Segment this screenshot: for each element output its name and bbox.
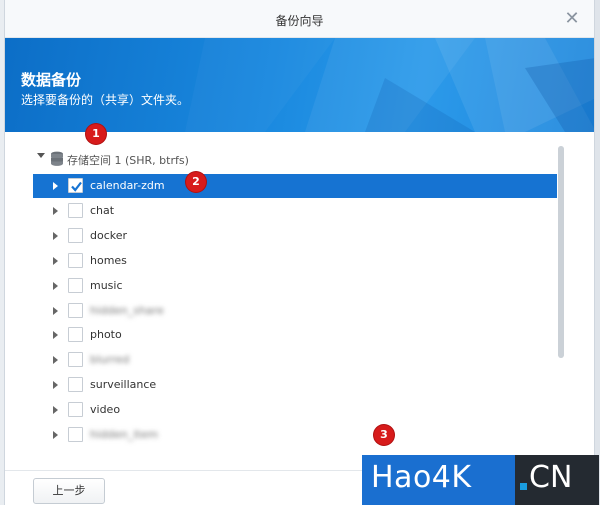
tree-folder-row[interactable]: photo <box>33 323 557 347</box>
folder-checkbox[interactable] <box>68 427 83 442</box>
tree-folder-row[interactable]: music <box>33 274 557 298</box>
banner-subtitle: 选择要备份的（共享）文件夹。 <box>21 93 190 107</box>
tree-folder-row[interactable]: hidden_share <box>33 299 557 323</box>
annotation-badge-3: 3 <box>374 425 394 445</box>
folder-checkbox[interactable] <box>68 352 83 368</box>
watermark-dot <box>520 483 527 490</box>
backup-wizard-dialog: 备份向导 ✕ 数据备份 选择要备份的（共享）文件夹。 存储空间 1 (SHR, … <box>4 0 595 505</box>
watermark-right-text: CN <box>529 460 573 495</box>
shared-folder-tree: 存储空间 1 (SHR, btrfs) calendar-zdm chat dock… <box>27 146 557 456</box>
folder-checkbox[interactable] <box>68 277 83 293</box>
folder-name: homes <box>90 253 127 267</box>
folder-name: hidden_item <box>90 428 159 441</box>
expand-arrow-icon[interactable] <box>53 381 58 390</box>
expand-arrow-icon[interactable] <box>53 281 58 290</box>
folder-checkbox[interactable] <box>68 227 83 243</box>
tree-folder-row[interactable]: video <box>33 398 557 422</box>
database-icon <box>51 151 63 166</box>
watermark-left: Hao4K <box>362 455 515 505</box>
folder-name: chat <box>90 203 115 217</box>
folder-name: docker <box>90 228 128 242</box>
folder-name: surveillance <box>90 378 157 392</box>
folder-checkbox[interactable] <box>68 302 83 318</box>
expand-arrow-icon[interactable] <box>53 331 58 340</box>
expand-arrow-icon[interactable] <box>53 356 58 365</box>
watermark-logo: Hao4K CN <box>362 455 599 505</box>
folder-name: blurred <box>90 353 130 367</box>
tree-folder-row[interactable]: surveillance <box>33 373 557 397</box>
tree-folder-row[interactable]: homes <box>33 249 557 273</box>
watermark-left-text: Hao4K <box>371 460 472 495</box>
dialog-titlebar[interactable]: 备份向导 ✕ <box>5 0 594 38</box>
tree-folder-row[interactable]: blurred <box>33 348 557 372</box>
checkmark-icon <box>71 181 82 192</box>
folder-name: video <box>90 403 121 417</box>
folder-checkbox[interactable] <box>68 377 83 393</box>
dialog-title: 备份向导 <box>275 14 324 28</box>
tree-folder-row[interactable]: chat <box>33 199 557 223</box>
expand-arrow-icon[interactable] <box>53 206 58 215</box>
annotation-badge-1: 1 <box>86 124 106 144</box>
collapse-arrow-icon[interactable] <box>37 153 45 158</box>
folder-name: music <box>90 278 123 292</box>
tree-folder-row[interactable]: hidden_item <box>33 423 557 447</box>
expand-arrow-icon[interactable] <box>53 431 58 439</box>
banner-decoration <box>305 38 594 132</box>
tree-root-volume[interactable]: 存储空间 1 (SHR, btrfs) <box>27 148 547 170</box>
folder-name: photo <box>90 328 122 342</box>
scrollbar-thumb[interactable] <box>558 146 564 358</box>
expand-arrow-icon[interactable] <box>53 406 58 415</box>
folder-checkbox[interactable] <box>68 178 83 193</box>
close-icon[interactable]: ✕ <box>562 9 582 29</box>
tree-scrollbar[interactable] <box>558 146 564 358</box>
expand-arrow-icon[interactable] <box>53 231 58 240</box>
wizard-banner: 数据备份 选择要备份的（共享）文件夹。 <box>5 38 594 132</box>
expand-arrow-icon[interactable] <box>53 306 58 315</box>
folder-checkbox[interactable] <box>68 402 83 418</box>
volume-label: 存储空间 1 (SHR, btrfs) <box>67 154 189 167</box>
previous-button[interactable]: 上一步 <box>33 478 105 504</box>
tree-folder-row[interactable]: docker <box>33 224 557 248</box>
tree-folder-row[interactable]: calendar-zdm <box>33 174 557 198</box>
watermark-right: CN <box>515 455 599 505</box>
folder-checkbox[interactable] <box>68 327 83 343</box>
annotation-badge-2: 2 <box>186 172 206 192</box>
expand-arrow-icon[interactable] <box>53 182 58 190</box>
folder-name: calendar-zdm <box>90 179 165 192</box>
banner-heading: 数据备份 <box>21 71 82 89</box>
folder-name: hidden_share <box>90 303 164 317</box>
folder-checkbox[interactable] <box>68 252 83 268</box>
folder-checkbox[interactable] <box>68 202 83 218</box>
expand-arrow-icon[interactable] <box>53 256 58 265</box>
